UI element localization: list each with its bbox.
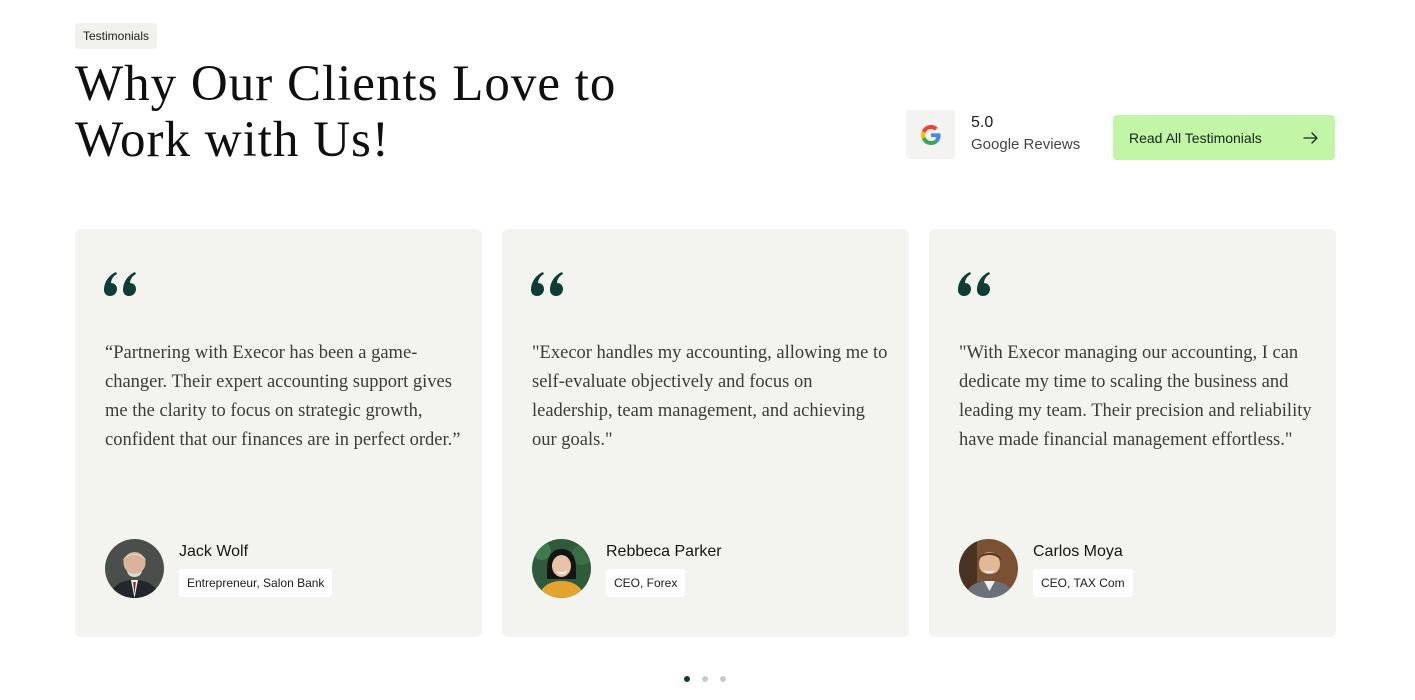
google-logo-box: [906, 110, 955, 159]
testimonial-quote: "With Execor managing our accounting, I …: [959, 343, 1312, 450]
testimonial-card: "With Execor managing our accounting, I …: [929, 229, 1336, 637]
avatar: [105, 539, 164, 598]
quote-mark-icon: [531, 272, 563, 296]
carousel-pagination: [684, 676, 726, 682]
testimonial-card: “Partnering with Execor has been a game-…: [75, 229, 482, 637]
quote-mark-icon: [104, 272, 136, 296]
pagination-dot-1[interactable]: [684, 676, 690, 682]
avatar: [959, 539, 1018, 598]
person-role: CEO, TAX Com: [1033, 569, 1133, 597]
person-name: Rebbeca Parker: [606, 543, 722, 560]
testimonial-card: "Execor handles my accounting, allowing …: [502, 229, 909, 637]
person-name: Jack Wolf: [179, 543, 249, 560]
read-all-testimonials-button[interactable]: Read All Testimonials: [1113, 115, 1335, 160]
rating-value: 5.0: [971, 114, 994, 131]
quote-mark-icon: [958, 272, 990, 296]
google-logo-icon: [920, 124, 941, 145]
read-all-testimonials-label: Read All Testimonials: [1129, 129, 1262, 146]
section-heading: Why Our Clients Love to Work with Us!: [75, 56, 617, 168]
testimonial-quote: “Partnering with Execor has been a game-…: [105, 343, 461, 450]
person-role: CEO, Forex: [606, 569, 686, 597]
avatar: [532, 539, 591, 598]
person-name: Carlos Moya: [1033, 543, 1123, 560]
pagination-dot-2[interactable]: [702, 676, 708, 682]
pagination-dot-3[interactable]: [720, 676, 726, 682]
section-tag: Testimonials: [75, 23, 158, 49]
testimonial-quote: "Execor handles my accounting, allowing …: [532, 343, 888, 450]
rating-label: Google Reviews: [971, 136, 1081, 153]
arrow-right-icon: [1303, 131, 1318, 144]
person-role: Entrepreneur, Salon Bank: [179, 569, 333, 597]
